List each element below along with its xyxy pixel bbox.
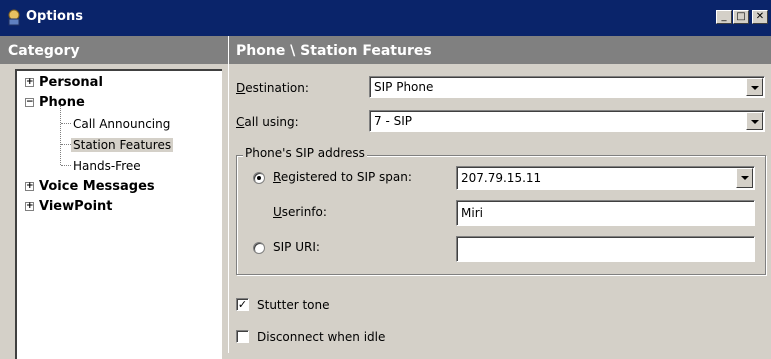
tree-item-hands-free[interactable]: Hands-Free: [73, 157, 141, 175]
category-header: Category: [0, 36, 228, 64]
chevron-down-icon[interactable]: [746, 78, 763, 96]
expand-icon[interactable]: +: [25, 182, 34, 191]
expand-icon[interactable]: +: [25, 78, 34, 87]
sip-address-legend: Phone's SIP address: [243, 146, 367, 160]
tree-item-label: Personal: [39, 75, 103, 90]
userinfo-input[interactable]: Miri: [456, 200, 755, 226]
panel-divider: [228, 36, 229, 353]
call-using-value: 7 - SIP: [374, 114, 412, 128]
destination-label: Destination:: [236, 81, 309, 95]
stutter-tone-checkbox[interactable]: ✓: [236, 298, 249, 311]
tree-item-label: Phone: [39, 95, 85, 110]
tree-item-label: Call Announcing: [73, 117, 171, 131]
tree-item-call-announcing[interactable]: Call Announcing: [73, 115, 170, 133]
section-header: Phone \ Station Features: [228, 36, 771, 64]
userinfo-label: Userinfo:: [273, 205, 327, 219]
tree-item-label: Hands-Free: [73, 159, 141, 173]
sip-uri-label: SIP URI:: [273, 240, 320, 254]
expand-icon[interactable]: +: [25, 202, 34, 211]
chevron-down-icon[interactable]: [736, 168, 753, 188]
tree-item-station-features[interactable]: Station Features: [71, 136, 174, 154]
disconnect-idle-checkbox[interactable]: [236, 330, 249, 343]
destination-value: SIP Phone: [374, 80, 434, 94]
maximize-button[interactable]: □: [733, 10, 749, 24]
disconnect-idle-label: Disconnect when idle: [257, 330, 386, 344]
tree-connector: [61, 123, 71, 124]
registered-radio[interactable]: [253, 172, 265, 184]
minimize-button[interactable]: _: [716, 10, 732, 24]
tree-item-label: Voice Messages: [39, 179, 155, 194]
sip-uri-radio[interactable]: [253, 242, 265, 254]
registered-label: Registered to SIP span:: [273, 170, 412, 184]
close-button[interactable]: ✕: [752, 10, 768, 24]
tree-item-label: Station Features: [71, 138, 174, 152]
category-tree[interactable]: + Personal − Phone Call Announcing Stati…: [15, 69, 222, 359]
tree-item-label: ViewPoint: [39, 199, 113, 214]
destination-select[interactable]: SIP Phone: [369, 76, 765, 98]
userinfo-value: Miri: [461, 206, 483, 220]
stutter-tone-label: Stutter tone: [257, 298, 330, 312]
sip-span-select[interactable]: 207.79.15.11: [456, 166, 755, 190]
sip-uri-input[interactable]: [456, 236, 755, 262]
tree-connector: [61, 144, 71, 145]
chevron-down-icon[interactable]: [746, 112, 763, 130]
options-app-icon: [8, 9, 20, 26]
tree-connector: [61, 165, 71, 166]
sip-span-value: 207.79.15.11: [461, 171, 542, 185]
title-bar: Options _ □ ✕: [0, 0, 771, 36]
window-title: Options: [26, 9, 83, 24]
call-using-select[interactable]: 7 - SIP: [369, 110, 765, 132]
call-using-label: Call using:: [236, 115, 299, 129]
collapse-icon[interactable]: −: [25, 98, 34, 107]
